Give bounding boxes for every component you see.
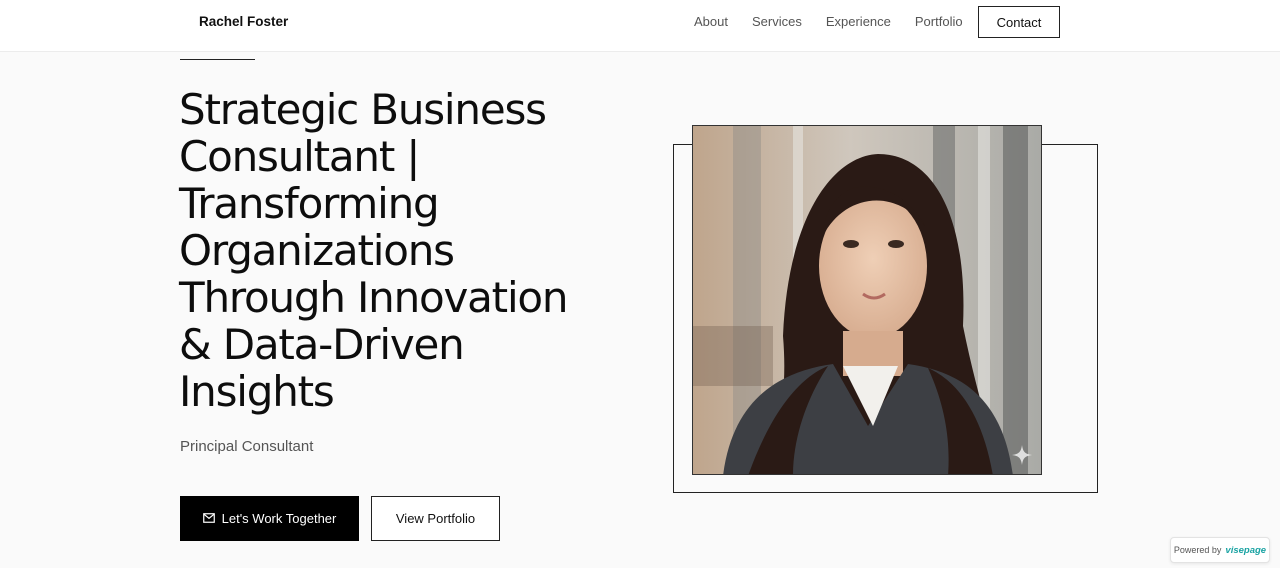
portrait-photo — [692, 125, 1042, 475]
nav-link-services[interactable]: Services — [752, 14, 802, 29]
lets-work-together-button[interactable]: Let's Work Together — [180, 496, 359, 541]
lets-work-together-label: Let's Work Together — [221, 511, 337, 526]
mail-icon — [202, 511, 215, 526]
accent-divider — [180, 59, 255, 60]
powered-by-badge[interactable]: Powered by visepage — [1170, 537, 1270, 563]
contact-button[interactable]: Contact — [978, 6, 1060, 38]
visepage-logo: visepage — [1225, 544, 1267, 556]
powered-by-text: Powered by — [1173, 545, 1222, 555]
nav-link-experience[interactable]: Experience — [826, 14, 891, 29]
sparkle-icon — [1012, 445, 1032, 465]
hero-subtitle: Principal Consultant — [180, 438, 314, 455]
view-portfolio-button[interactable]: View Portfolio — [371, 496, 500, 541]
brand-name-link[interactable]: Rachel Foster — [199, 14, 288, 29]
top-navbar: Rachel Foster About Services Experience … — [0, 0, 1280, 52]
nav-link-about[interactable]: About — [694, 14, 728, 29]
nav-link-portfolio[interactable]: Portfolio — [915, 14, 963, 29]
hero-title: Strategic Business Consultant | Transfor… — [179, 85, 569, 416]
nav-links: About Services Experience Portfolio — [694, 14, 963, 29]
